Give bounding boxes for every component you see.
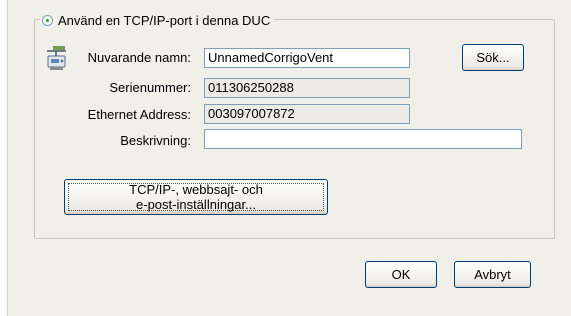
serial-number-field: 011306250288: [204, 78, 410, 98]
left-panel-edge: [0, 0, 8, 316]
network-settings-line2: e-post-inställningar...: [136, 197, 256, 212]
ok-button[interactable]: OK: [365, 261, 437, 288]
description-field[interactable]: [204, 129, 522, 149]
radio-button-icon[interactable]: [42, 14, 53, 26]
ok-button-label: OK: [391, 267, 411, 282]
ethernet-address-field: 003097007872: [204, 104, 410, 124]
network-settings-button[interactable]: TCP/IP-, webbsajt- och e-post-inställnin…: [64, 179, 328, 215]
cancel-button-label: Avbryt: [474, 267, 511, 282]
description-label: Beskrivning:: [120, 133, 191, 148]
search-button-label: Sök...: [476, 50, 510, 65]
network-device-icon: [47, 46, 66, 70]
ethernet-address-label: Ethernet Address:: [87, 107, 191, 122]
serial-number-label: Serienummer:: [109, 80, 191, 95]
current-name-label: Nuvarande namn:: [87, 50, 191, 65]
current-name-field[interactable]: UnnamedCorrigoVent: [204, 48, 410, 68]
search-button[interactable]: Sök...: [462, 44, 524, 71]
network-settings-line1: TCP/IP-, webbsajt- och: [129, 182, 263, 197]
use-tcp-ip-port-option[interactable]: Använd en TCP/IP-port i denna DUC: [40, 12, 275, 28]
cancel-button[interactable]: Avbryt: [454, 261, 531, 288]
use-tcp-ip-port-label: Använd en TCP/IP-port i denna DUC: [58, 12, 271, 28]
